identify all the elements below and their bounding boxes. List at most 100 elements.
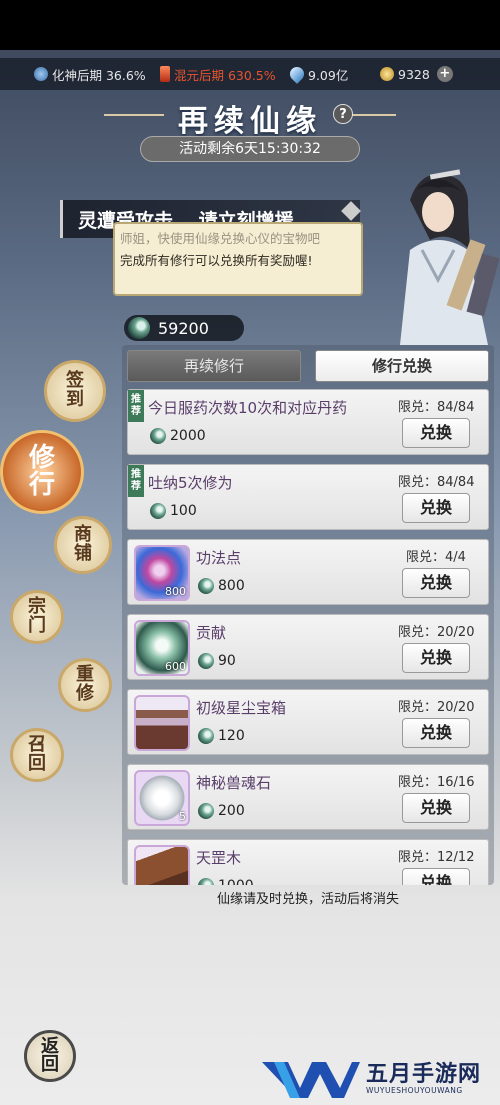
xianyuan-cost-icon <box>150 428 166 444</box>
menu-recall-label: 召回 <box>28 734 46 774</box>
exchange-button[interactable]: 兑换 <box>402 418 470 448</box>
coin-icon <box>380 67 394 81</box>
xianyuan-cost-icon <box>150 503 166 519</box>
exchange-item-card: 600 贡献 90 限兑：20/20 兑换 <box>127 614 489 680</box>
cultivation-stat: 混元后期 630.5% <box>160 58 276 90</box>
exchange-button[interactable]: 兑换 <box>402 718 470 748</box>
tip-line-2: 完成所有修行可以兑换所有奖励喔! <box>120 253 313 268</box>
spirit-stone-text: 9.09亿 <box>308 67 349 83</box>
item-name: 天罡木 <box>196 849 242 867</box>
status-bar: 化神后期 36.6% 混元后期 630.5% 9.09亿 9328 + <box>0 58 500 90</box>
activity-timer: 活动剩余6天15:30:32 <box>140 136 360 162</box>
item-cost: 200 <box>198 803 245 819</box>
xianyuan-cost-icon <box>198 878 214 885</box>
item-name: 吐纳5次修为 <box>148 474 233 492</box>
cost-value: 800 <box>218 578 245 594</box>
item-quantity: 600 <box>165 660 186 673</box>
menu-sign-in-label: 签到 <box>66 370 84 410</box>
site-logo-icon <box>262 1062 360 1098</box>
title-decoration-left <box>104 114 164 116</box>
xianyuan-cost-icon <box>198 578 214 594</box>
exchange-panel: 再续修行 修行兑换 推荐 今日服药次数10次和对应丹药 2000 限兑：84/8… <box>122 345 494 885</box>
treasure-chest-icon <box>134 695 190 751</box>
exchange-button[interactable]: 兑换 <box>402 643 470 673</box>
recommend-badge: 推荐 <box>128 465 144 497</box>
skill-point-icon: 800 <box>134 545 190 601</box>
tip-line-1: 师姐，快使用仙缘兑换心仪的宝物吧 <box>120 231 321 246</box>
menu-sign-in[interactable]: 签到 <box>44 360 106 422</box>
exchange-button[interactable]: 兑换 <box>402 568 470 598</box>
coin-stat: 9328 + <box>380 58 453 90</box>
item-cost: 2000 <box>150 428 206 444</box>
sword-icon <box>160 66 170 82</box>
help-icon[interactable]: ? <box>333 104 353 124</box>
cost-value: 100 <box>170 503 197 519</box>
item-name: 今日服药次数10次和对应丹药 <box>148 399 348 417</box>
exchange-item-card: 800 功法点 800 限兑：4/4 兑换 <box>127 539 489 605</box>
item-name: 初级星尘宝箱 <box>196 699 287 717</box>
recommend-badge: 推荐 <box>128 390 144 422</box>
menu-sect[interactable]: 宗门 <box>10 590 64 644</box>
exchange-limit: 限兑：12/12 <box>398 850 475 865</box>
menu-cultivate-label: 修行 <box>28 442 55 500</box>
menu-rebuild-label: 重修 <box>76 664 94 704</box>
item-cost: 1000 <box>198 878 254 885</box>
cost-value: 120 <box>218 728 245 744</box>
exchange-item-card: 初级星尘宝箱 120 限兑：20/20 兑换 <box>127 689 489 755</box>
xianyuan-currency: 59200 <box>124 315 244 341</box>
item-cost: 120 <box>198 728 245 744</box>
realm-icon <box>34 67 48 81</box>
beast-soul-stone-icon: 5 <box>134 770 190 826</box>
exchange-item-card: 5 神秘兽魂石 200 限兑：16/16 兑换 <box>127 764 489 830</box>
exchange-item-card: 推荐 吐纳5次修为 100 限兑：84/84 兑换 <box>127 464 489 530</box>
exchange-limit: 限兑：84/84 <box>398 475 475 490</box>
exchange-limit: 限兑：4/4 <box>406 550 466 565</box>
back-button[interactable]: 返回 <box>24 1030 76 1082</box>
realm-text: 化神后期 36.6% <box>52 67 146 83</box>
menu-cultivate[interactable]: 修行 <box>0 430 84 514</box>
menu-rebuild[interactable]: 重修 <box>58 658 112 712</box>
xianyuan-cost-icon <box>198 803 214 819</box>
menu-shop[interactable]: 商铺 <box>54 516 112 574</box>
exchange-limit: 限兑：20/20 <box>398 700 475 715</box>
exchange-limit: 限兑：84/84 <box>398 400 475 415</box>
tab-cultivation-exchange[interactable]: 修行兑换 <box>315 350 489 382</box>
exchange-item-card: 推荐 今日服药次数10次和对应丹药 2000 限兑：84/84 兑换 <box>127 389 489 455</box>
exchange-button[interactable]: 兑换 <box>402 493 470 523</box>
npc-character <box>400 169 500 345</box>
item-quantity: 800 <box>165 585 186 598</box>
tab-continue-cultivation[interactable]: 再续修行 <box>127 350 301 382</box>
menu-recall[interactable]: 召回 <box>10 728 64 782</box>
xianyuan-swirl-icon <box>128 317 150 339</box>
exchange-item-card: 天罡木 1000 限兑：12/12 兑换 <box>127 839 489 885</box>
cost-value: 2000 <box>170 428 206 444</box>
coin-text: 9328 <box>398 66 430 82</box>
exchange-button[interactable]: 兑换 <box>402 868 470 885</box>
menu-sect-label: 宗门 <box>28 596 46 636</box>
menu-shop-label: 商铺 <box>74 524 92 564</box>
site-name: 五月手游网 <box>366 1062 482 1087</box>
spirit-stone-stat: 9.09亿 <box>287 58 349 90</box>
site-watermark: 五月手游网 WUYUESHOUYOUWANG <box>258 1050 500 1105</box>
expiry-notice: 仙缘请及时兑换，活动后将消失 <box>216 892 399 907</box>
item-name: 神秘兽魂石 <box>196 774 272 792</box>
cultivation-text: 混元后期 630.5% <box>174 67 276 83</box>
page-title: 再续仙缘 <box>178 104 322 139</box>
xianyuan-cost-icon <box>198 728 214 744</box>
exchange-limit: 限兑：20/20 <box>398 625 475 640</box>
exchange-limit: 限兑：16/16 <box>398 775 475 790</box>
spirit-drop-icon <box>287 64 307 84</box>
cost-value: 90 <box>218 653 236 669</box>
item-cost: 800 <box>198 578 245 594</box>
wood-icon <box>134 845 190 885</box>
back-label: 返回 <box>41 1036 59 1075</box>
item-name: 贡献 <box>196 624 227 642</box>
item-quantity: 5 <box>179 810 186 823</box>
exchange-button[interactable]: 兑换 <box>402 793 470 823</box>
top-black-bar <box>0 0 500 50</box>
add-coin-button[interactable]: + <box>436 66 453 82</box>
site-url: WUYUESHOUYOUWANG <box>366 1086 463 1095</box>
realm-stat: 化神后期 36.6% <box>34 58 146 90</box>
contribution-icon: 600 <box>134 620 190 676</box>
xianyuan-cost-icon <box>198 653 214 669</box>
